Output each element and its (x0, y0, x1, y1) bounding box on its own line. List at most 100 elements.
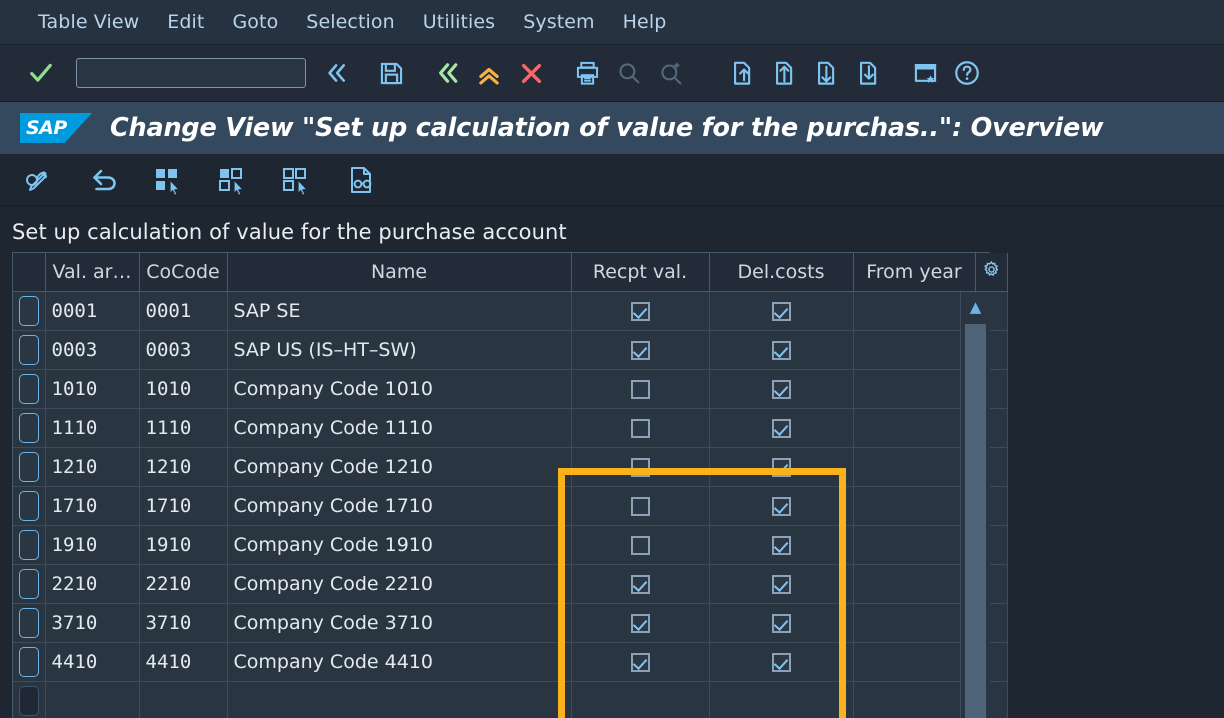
cell-del-costs-checkbox[interactable] (709, 486, 854, 526)
cell-name[interactable]: Company Code 1210 (227, 447, 572, 487)
menu-item-goto[interactable]: Goto (218, 9, 292, 35)
checkbox-checked[interactable] (771, 613, 791, 633)
cell-val-area[interactable]: 0001 (45, 291, 140, 331)
checkbox-unchecked[interactable] (630, 457, 650, 477)
cell-cocode[interactable]: 4410 (139, 642, 228, 682)
cell-val-area[interactable]: 4410 (45, 642, 140, 682)
menu-item-utilities[interactable]: Utilities (409, 9, 509, 35)
cell-from-year[interactable] (853, 681, 976, 718)
scroll-up-icon[interactable]: ▲ (961, 292, 990, 322)
row-select-button[interactable] (19, 295, 39, 326)
cell-name[interactable]: SAP SE (227, 291, 572, 331)
cell-name[interactable]: SAP US (IS–HT–SW) (227, 330, 572, 370)
checkbox-unchecked[interactable] (630, 535, 650, 555)
cell-from-year[interactable] (853, 447, 976, 487)
table-row[interactable]: 1010 1010 Company Code 1010 (13, 369, 1008, 409)
cell-cocode[interactable]: 0001 (139, 291, 228, 331)
table-row[interactable]: 1710 1710 Company Code 1710 (13, 486, 1008, 526)
cell-recpt-val-checkbox[interactable] (571, 486, 710, 526)
cell-cocode[interactable]: 1110 (139, 408, 228, 448)
cell-val-area[interactable]: 1710 (45, 486, 140, 526)
cell-from-year[interactable] (853, 642, 976, 682)
cell-val-area[interactable]: 1910 (45, 525, 140, 565)
row-select-cell[interactable] (13, 564, 46, 604)
row-select-cell[interactable] (13, 486, 46, 526)
cell-val-area[interactable]: 1110 (45, 408, 140, 448)
column-header-name[interactable]: Name (227, 253, 572, 292)
cell-del-costs-checkbox[interactable] (709, 603, 854, 643)
cell-from-year[interactable] (853, 564, 976, 604)
cell-recpt-val-checkbox[interactable] (571, 447, 710, 487)
cell-del-costs-checkbox[interactable] (709, 408, 854, 448)
cell-recpt-val-checkbox[interactable] (571, 642, 710, 682)
checkbox-checked[interactable] (630, 613, 650, 633)
cell-from-year[interactable] (853, 486, 976, 526)
cell-name[interactable]: Company Code 1010 (227, 369, 572, 409)
cell-val-area[interactable]: 3710 (45, 603, 140, 643)
cell-cocode[interactable]: 1010 (139, 369, 228, 409)
row-select-button[interactable] (19, 334, 39, 365)
cell-cocode[interactable] (139, 681, 228, 718)
column-header-from-year[interactable]: From year (853, 253, 976, 292)
cell-cocode[interactable]: 3710 (139, 603, 228, 643)
cell-val-area[interactable]: 1010 (45, 369, 140, 409)
cell-name[interactable]: Company Code 1710 (227, 486, 572, 526)
checkbox-checked[interactable] (630, 340, 650, 360)
exit-up-icon[interactable] (470, 53, 508, 93)
row-select-button[interactable] (19, 451, 39, 482)
select-all-icon[interactable] (146, 159, 192, 201)
cell-cocode[interactable]: 1210 (139, 447, 228, 487)
row-select-button[interactable] (19, 412, 39, 443)
last-page-icon[interactable] (850, 53, 888, 93)
command-field[interactable] (76, 58, 306, 88)
cell-del-costs-checkbox[interactable] (709, 564, 854, 604)
row-select-cell[interactable] (13, 447, 46, 487)
row-select-button[interactable] (19, 646, 39, 677)
cell-name[interactable]: Company Code 2210 (227, 564, 572, 604)
scrollbar-thumb[interactable] (965, 324, 986, 718)
cell-val-area[interactable] (45, 681, 140, 718)
table-row[interactable]: 1210 1210 Company Code 1210 (13, 447, 1008, 487)
cell-del-costs-checkbox[interactable] (709, 642, 854, 682)
row-select-cell[interactable] (13, 330, 46, 370)
next-page-icon[interactable] (808, 53, 846, 93)
checkbox-checked[interactable] (630, 574, 650, 594)
cell-val-area[interactable]: 0003 (45, 330, 140, 370)
cell-del-costs-checkbox[interactable] (709, 369, 854, 409)
checkbox-checked[interactable] (630, 301, 650, 321)
checkbox-checked[interactable] (771, 652, 791, 672)
checkbox-checked[interactable] (771, 496, 791, 516)
table-settings-button[interactable] (975, 253, 1008, 292)
cell-del-costs-checkbox[interactable] (709, 681, 854, 718)
cell-recpt-val-checkbox[interactable] (571, 564, 710, 604)
back-icon[interactable] (428, 53, 466, 93)
column-header-del-costs[interactable]: Del.costs (709, 253, 854, 292)
cell-from-year[interactable] (853, 408, 976, 448)
table-row[interactable]: 1910 1910 Company Code 1910 (13, 525, 1008, 565)
enter-check-icon[interactable] (22, 53, 60, 93)
cell-from-year[interactable] (853, 369, 976, 409)
row-select-cell[interactable] (13, 291, 46, 331)
checkbox-checked[interactable] (771, 340, 791, 360)
command-history-icon[interactable] (316, 53, 354, 93)
menu-item-system[interactable]: System (509, 9, 608, 35)
first-page-icon[interactable] (724, 53, 762, 93)
cell-recpt-val-checkbox[interactable] (571, 603, 710, 643)
menu-item-help[interactable]: Help (609, 9, 681, 35)
cell-del-costs-checkbox[interactable] (709, 525, 854, 565)
row-select-button[interactable] (19, 607, 39, 638)
checkbox-unchecked[interactable] (630, 496, 650, 516)
table-row[interactable]: 1110 1110 Company Code 1110 (13, 408, 1008, 448)
column-header-select[interactable] (13, 253, 46, 292)
row-select-button[interactable] (19, 373, 39, 404)
cell-from-year[interactable] (853, 525, 976, 565)
cancel-icon[interactable] (512, 53, 550, 93)
row-select-cell[interactable] (13, 642, 46, 682)
row-select-button[interactable] (19, 685, 39, 716)
cell-recpt-val-checkbox[interactable] (571, 369, 710, 409)
vertical-scrollbar[interactable]: ▲ (960, 292, 990, 718)
cell-del-costs-checkbox[interactable] (709, 330, 854, 370)
cell-from-year[interactable] (853, 603, 976, 643)
menu-item-selection[interactable]: Selection (292, 9, 408, 35)
checkbox-checked[interactable] (771, 574, 791, 594)
